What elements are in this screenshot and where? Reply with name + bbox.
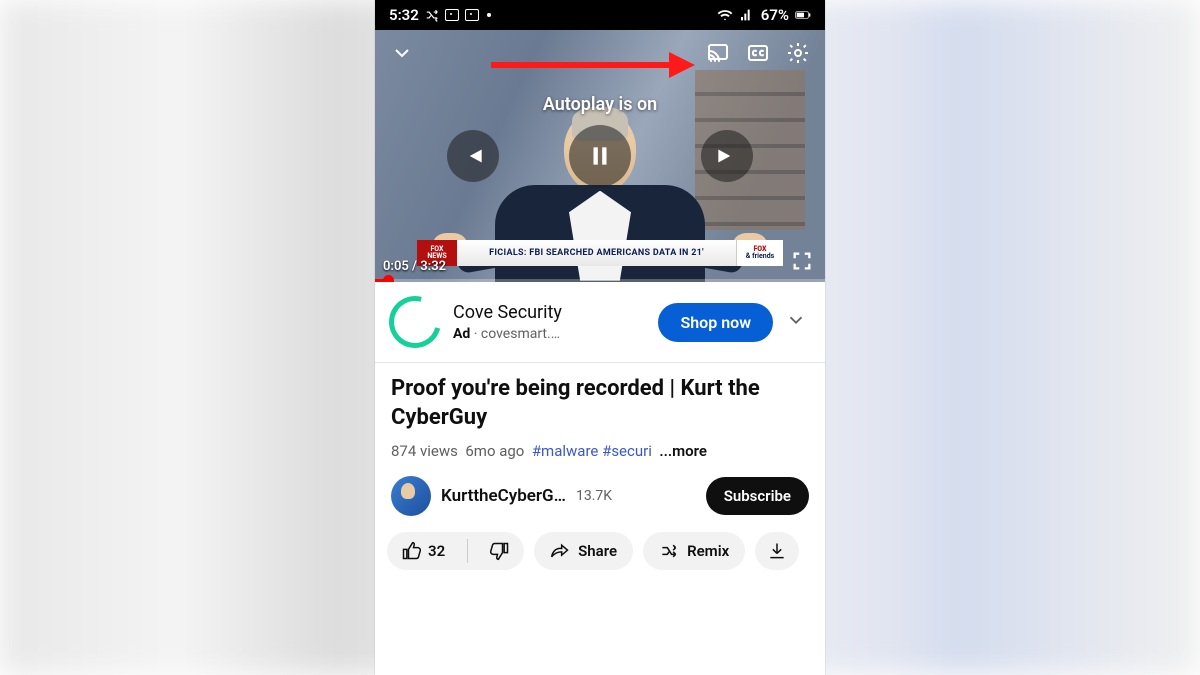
ad-banner: Cove Security Ad · covesmart.… Shop now xyxy=(375,282,825,363)
remix-label: Remix xyxy=(687,542,729,560)
autoplay-toast: Autoplay is on xyxy=(375,94,825,115)
remix-button[interactable]: Remix xyxy=(643,532,745,570)
previous-button[interactable] xyxy=(447,130,499,182)
status-time: 5:32 xyxy=(389,6,419,24)
chevron-down-icon xyxy=(785,309,807,331)
view-count: 874 views xyxy=(391,442,458,460)
download-icon xyxy=(767,541,787,561)
ad-title: Cove Security xyxy=(453,302,646,324)
cast-icon xyxy=(706,41,730,65)
status-left: 5:32 xyxy=(389,6,491,24)
thumbs-down-icon xyxy=(490,541,510,561)
remix-icon xyxy=(659,541,679,561)
fullscreen-button[interactable] xyxy=(791,250,817,276)
ad-label: Ad xyxy=(453,326,470,342)
cast-button[interactable] xyxy=(701,36,735,70)
video-title[interactable]: Proof you're being recorded | Kurt the C… xyxy=(391,375,809,432)
skip-next-icon xyxy=(714,143,740,169)
ad-logo xyxy=(379,286,450,357)
progress-bar[interactable] xyxy=(375,279,825,282)
channel-avatar[interactable] xyxy=(391,476,431,516)
battery-percent: 67% xyxy=(761,6,789,24)
video-player[interactable]: FOX NEWS FICIALS: FBI SEARCHED AMERICANS… xyxy=(375,30,825,282)
share-button[interactable]: Share xyxy=(534,532,633,570)
share-icon xyxy=(550,541,570,561)
ad-expand-button[interactable] xyxy=(785,309,811,335)
pause-icon xyxy=(587,143,613,169)
fullscreen-icon xyxy=(791,250,813,272)
chevron-down-icon xyxy=(390,41,414,65)
minimize-button[interactable] xyxy=(385,36,419,70)
upload-age: 6mo ago xyxy=(465,442,524,460)
thumbs-up-icon xyxy=(401,541,421,561)
action-chip-row: 32 Share Remix xyxy=(375,526,825,584)
share-label: Share xyxy=(578,542,617,560)
status-dot xyxy=(487,13,491,17)
playback-controls xyxy=(375,125,825,187)
more-button[interactable]: ...more xyxy=(659,442,707,460)
like-count: 32 xyxy=(428,542,445,560)
cc-icon xyxy=(746,41,770,65)
shuffle-icon xyxy=(425,8,439,22)
video-meta: Proof you're being recorded | Kurt the C… xyxy=(375,363,825,466)
ad-subtitle: Ad · covesmart.… xyxy=(453,326,646,342)
channel-row: KurttheCyberG… 13.7K Subscribe xyxy=(375,466,825,526)
wifi-icon xyxy=(717,7,733,23)
subscribe-button[interactable]: Subscribe xyxy=(706,477,809,515)
progress-fill xyxy=(375,279,389,282)
skip-previous-icon xyxy=(460,143,486,169)
like-button[interactable]: 32 xyxy=(387,532,459,570)
status-icon-b xyxy=(465,9,479,21)
channel-name[interactable]: KurttheCyberG… xyxy=(441,486,566,506)
dislike-button[interactable] xyxy=(476,532,524,570)
chip-divider xyxy=(467,539,468,563)
ad-text: Cove Security Ad · covesmart.… xyxy=(453,302,646,342)
player-overlay: Autoplay is on 0:05 / 3:32 xyxy=(375,30,825,282)
signal-icon xyxy=(739,7,755,23)
pause-button[interactable] xyxy=(569,125,631,187)
status-right: 67% xyxy=(717,6,811,24)
subscriber-count: 13.7K xyxy=(576,488,612,504)
download-button[interactable] xyxy=(755,532,799,570)
next-button[interactable] xyxy=(701,130,753,182)
status-icon-a xyxy=(445,9,459,21)
battery-icon xyxy=(795,7,811,23)
captions-button[interactable] xyxy=(741,36,775,70)
hashtag-2[interactable]: #securi xyxy=(602,442,652,460)
settings-button[interactable] xyxy=(781,36,815,70)
ad-domain: covesmart.… xyxy=(481,326,560,342)
time-display: 0:05 / 3:32 xyxy=(383,259,446,274)
android-status-bar: 5:32 67% xyxy=(375,0,825,30)
hashtag-1[interactable]: #malware xyxy=(532,442,599,460)
annotation-arrow xyxy=(491,54,695,74)
like-dislike-chip: 32 xyxy=(387,532,524,570)
phone-frame: 5:32 67% FOX NEWS xyxy=(375,0,825,675)
ad-cta-button[interactable]: Shop now xyxy=(658,303,773,342)
gear-icon xyxy=(786,41,810,65)
video-stats[interactable]: 874 views 6mo ago #malware #securi ...mo… xyxy=(391,442,809,460)
